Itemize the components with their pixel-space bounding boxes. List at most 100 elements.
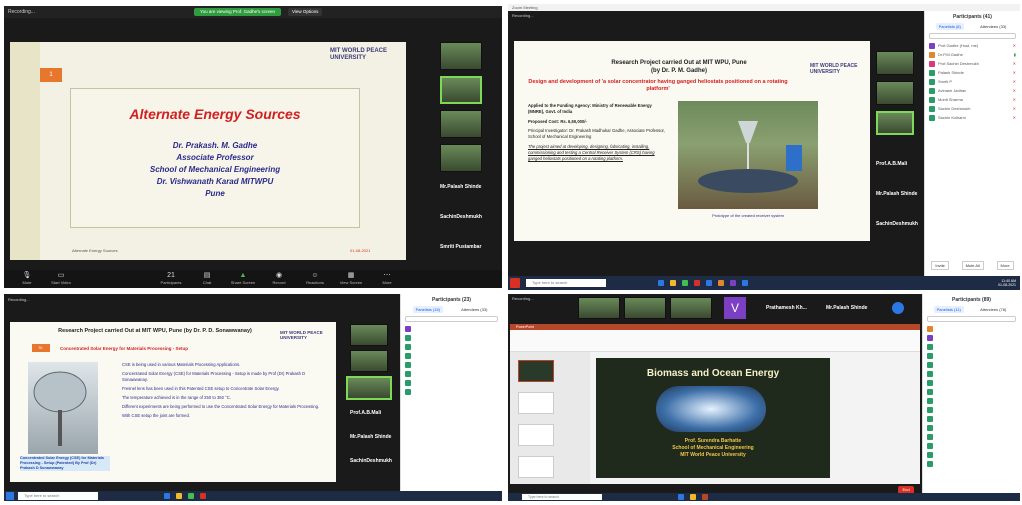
participant-row[interactable]: Palash Shinde ✕ xyxy=(925,68,1020,77)
participant-video[interactable] xyxy=(440,144,482,172)
participant-video[interactable] xyxy=(440,110,482,138)
start-button[interactable] xyxy=(6,492,14,500)
participant-row[interactable]: Smriti P ✕ xyxy=(925,77,1020,86)
participant-row[interactable]: Mohit Sharma ✕ xyxy=(925,95,1020,104)
taskbar-app-icon[interactable] xyxy=(670,280,676,286)
taskbar-app-icon[interactable] xyxy=(678,494,684,500)
participant-row[interactable] xyxy=(401,378,502,387)
participant-row[interactable] xyxy=(923,324,1020,333)
participant-row[interactable]: Sachin Deshmukh ✕ xyxy=(925,104,1020,113)
participant-row[interactable]: Prof.Gadhe (Host, me) ✕ xyxy=(925,41,1020,50)
taskbar-app-icon[interactable] xyxy=(176,493,182,499)
participant-row[interactable] xyxy=(401,333,502,342)
avatar xyxy=(405,343,411,350)
participant-row[interactable] xyxy=(401,324,502,333)
speaker-video[interactable] xyxy=(578,297,620,319)
participant-row[interactable] xyxy=(923,423,1020,432)
chat-button[interactable]: ▤ Chat xyxy=(190,272,224,285)
participant-row[interactable]: Sachin Kulkarni ✕ xyxy=(925,113,1020,122)
participant-row[interactable]: Dr.P.M.Gadhe ▮ xyxy=(925,50,1020,59)
participant-row[interactable] xyxy=(923,441,1020,450)
view-screen-button[interactable]: ▦ View Screen xyxy=(334,272,368,285)
taskbar-app-icon[interactable] xyxy=(730,280,736,286)
taskbar-app-icon[interactable] xyxy=(200,493,206,499)
speaker-video[interactable] xyxy=(624,297,666,319)
header-line-1: Research Project carried Out at MIT WPU,… xyxy=(611,60,747,66)
taskbar-app-icon[interactable] xyxy=(742,280,748,286)
participant-row[interactable] xyxy=(923,414,1020,423)
slide-thumbnail[interactable] xyxy=(518,360,554,382)
participant-row[interactable] xyxy=(923,387,1020,396)
taskbar-app-icon[interactable] xyxy=(682,280,688,286)
bullet-list: CSE is being used in various Materials P… xyxy=(122,362,322,419)
participant-video[interactable] xyxy=(876,51,914,75)
participant-row[interactable] xyxy=(923,459,1020,468)
taskbar-app-icon[interactable] xyxy=(718,280,724,286)
participant-row[interactable] xyxy=(401,360,502,369)
reactions-button[interactable]: ☺ Reactions xyxy=(298,272,332,285)
active-speaker-video[interactable] xyxy=(876,111,914,135)
taskbar-search[interactable]: Type here to search xyxy=(526,279,606,287)
mute-button[interactable]: 🎙 Mute xyxy=(10,272,44,285)
participant-video[interactable] xyxy=(350,324,388,346)
participants-button[interactable]: 21 Participants xyxy=(154,272,188,285)
slide-thumbnail[interactable] xyxy=(518,392,554,414)
participant-row[interactable] xyxy=(401,342,502,351)
taskbar-app-icon[interactable] xyxy=(706,280,712,286)
participant-video[interactable] xyxy=(350,350,388,372)
participant-row[interactable] xyxy=(923,333,1020,342)
participant-row[interactable] xyxy=(401,351,502,360)
participant-row[interactable] xyxy=(923,342,1020,351)
tab-panelists[interactable]: Panelists (11) xyxy=(933,306,964,313)
participant-row[interactable] xyxy=(923,405,1020,414)
mute-all-button[interactable]: Mute All xyxy=(961,261,984,270)
participant-row[interactable] xyxy=(401,369,502,378)
participant-row[interactable] xyxy=(923,378,1020,387)
view-options-button[interactable]: View Options xyxy=(288,8,323,16)
start-button[interactable] xyxy=(510,278,520,288)
tab-attendees[interactable]: Attendees (33) xyxy=(458,306,490,313)
taskbar-app-icon[interactable] xyxy=(188,493,194,499)
meeting-toolbar: 🎙 Mute ▭ Start Video 21 Participants ▤ Chat … xyxy=(4,270,502,288)
participant-search-input[interactable] xyxy=(929,33,1016,39)
tab-panelists[interactable]: Panelists (8) xyxy=(935,23,964,30)
tab-panelists[interactable]: Panelists (15) xyxy=(412,306,444,313)
taskbar-search[interactable]: Type here to search xyxy=(18,492,98,500)
tab-attendees[interactable]: Attendees (33) xyxy=(977,23,1009,30)
record-button[interactable]: ◉ Record xyxy=(262,272,296,285)
participant-row[interactable] xyxy=(923,450,1020,459)
invite-button[interactable]: Invite xyxy=(931,261,949,270)
taskbar-search[interactable]: Type here to search xyxy=(522,494,602,500)
taskbar-app-icon[interactable] xyxy=(690,494,696,500)
speaker-video[interactable] xyxy=(670,297,712,319)
participant-row[interactable] xyxy=(923,351,1020,360)
slide-thumbnail[interactable] xyxy=(518,424,554,446)
participant-row[interactable] xyxy=(923,369,1020,378)
avatar-tile[interactable]: V xyxy=(724,297,746,319)
active-speaker-video[interactable] xyxy=(346,376,392,400)
avatar xyxy=(927,379,933,386)
mic-icon: ▮ xyxy=(1013,52,1016,57)
tab-attendees[interactable]: Attendees (78) xyxy=(977,306,1009,313)
participant-video[interactable] xyxy=(876,81,914,105)
participant-search-input[interactable] xyxy=(927,316,1016,322)
active-speaker-video[interactable] xyxy=(440,76,482,104)
taskbar-app-icon[interactable] xyxy=(694,280,700,286)
participant-row[interactable] xyxy=(401,387,502,396)
participant-video[interactable] xyxy=(440,42,482,70)
more-button[interactable]: ⋯ More xyxy=(370,272,404,285)
participant-row[interactable]: Avinash Jadhav ✕ xyxy=(925,86,1020,95)
more-button[interactable]: More xyxy=(996,261,1014,270)
participant-row[interactable] xyxy=(923,360,1020,369)
taskbar-app-icon[interactable] xyxy=(658,280,664,286)
participant-search-input[interactable] xyxy=(405,316,498,322)
participant-row[interactable] xyxy=(923,396,1020,405)
participant-row[interactable] xyxy=(923,432,1020,441)
taskbar-app-icon[interactable] xyxy=(702,494,708,500)
settings-icon[interactable] xyxy=(892,302,904,314)
start-video-button[interactable]: ▭ Start Video xyxy=(44,272,78,285)
participant-row[interactable]: Prof.Sachin Deshmukh ✕ xyxy=(925,59,1020,68)
taskbar-app-icon[interactable] xyxy=(164,493,170,499)
share-screen-button[interactable]: ▲ Share Screen xyxy=(226,272,260,285)
slide-thumbnail[interactable] xyxy=(518,456,554,478)
